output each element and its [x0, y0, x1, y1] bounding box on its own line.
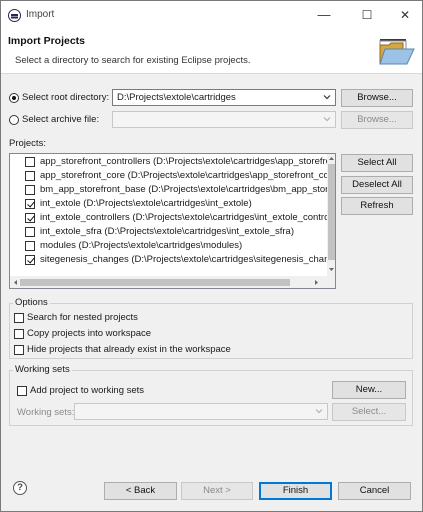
project-row[interactable]: int_extole (D:\Projects\extole\cartridge…	[10, 197, 327, 211]
cancel-button[interactable]: Cancel	[338, 482, 411, 500]
chevron-down-icon	[323, 95, 331, 100]
project-checkbox[interactable]	[25, 213, 35, 223]
project-name: app_storefront_core (D:\Projects\extole\…	[40, 170, 327, 181]
project-name: int_extole_controllers (D:\Projects\exto…	[40, 212, 327, 223]
add-to-working-sets-label: Add project to working sets	[30, 385, 145, 396]
archive-file-label: Select archive file:	[22, 114, 100, 125]
refresh-button[interactable]: Refresh	[341, 197, 413, 215]
header-banner: Import Projects Select a directory to se…	[1, 29, 422, 74]
project-checkbox[interactable]	[25, 255, 35, 265]
project-checkbox[interactable]	[25, 199, 35, 209]
project-name: int_extole (D:\Projects\extole\cartridge…	[40, 198, 252, 209]
window-title: Import	[26, 9, 55, 20]
working-sets-label: Working sets:	[17, 407, 75, 418]
options-title: Options	[13, 297, 50, 308]
finish-button[interactable]: Finish	[259, 482, 332, 500]
project-row[interactable]: app_storefront_controllers (D:\Projects\…	[10, 155, 327, 169]
horizontal-scroll-thumb[interactable]	[20, 279, 290, 286]
title-bar: Import — ☐ ✕	[1, 1, 422, 29]
root-directory-radio[interactable]	[9, 93, 19, 103]
search-nested-checkbox[interactable]	[14, 313, 24, 323]
search-nested-label: Search for nested projects	[27, 312, 138, 323]
select-working-set-button[interactable]: Select...	[332, 403, 406, 421]
browse-archive-button[interactable]: Browse...	[341, 111, 413, 129]
help-icon[interactable]: ?	[13, 481, 27, 495]
back-button[interactable]: < Back	[104, 482, 177, 500]
project-name: sitegenesis_changes (D:\Projects\extole\…	[40, 254, 327, 265]
projects-label: Projects:	[9, 138, 46, 149]
project-checkbox[interactable]	[25, 241, 35, 251]
chevron-down-icon	[315, 409, 323, 414]
project-row[interactable]: modules (D:\Projects\extole\cartridges\m…	[10, 239, 327, 253]
deselect-all-button[interactable]: Deselect All	[341, 176, 413, 194]
project-name: modules (D:\Projects\extole\cartridges\m…	[40, 240, 243, 251]
vertical-scroll-thumb[interactable]	[328, 164, 335, 260]
working-sets-title: Working sets	[13, 364, 72, 375]
working-sets-combo[interactable]	[74, 403, 328, 420]
close-button[interactable]: ✕	[391, 3, 419, 27]
project-name: int_extole_sfra (D:\Projects\extole\cart…	[40, 226, 294, 237]
root-directory-value: D:\Projects\extole\cartridges	[117, 92, 236, 103]
scroll-down-icon[interactable]	[328, 266, 335, 273]
scroll-left-icon[interactable]	[12, 279, 19, 286]
project-checkbox[interactable]	[25, 157, 35, 167]
add-to-working-sets-checkbox[interactable]	[17, 386, 27, 396]
open-folder-icon	[379, 39, 415, 65]
project-checkbox[interactable]	[25, 185, 35, 195]
hide-existing-checkbox[interactable]	[14, 345, 24, 355]
copy-projects-label: Copy projects into workspace	[27, 328, 152, 339]
project-row[interactable]: int_extole_sfra (D:\Projects\extole\cart…	[10, 225, 327, 239]
next-button[interactable]: Next >	[181, 482, 253, 500]
select-all-button[interactable]: Select All	[341, 154, 413, 172]
root-directory-label: Select root directory:	[22, 92, 110, 103]
root-directory-combo[interactable]: D:\Projects\extole\cartridges	[112, 89, 336, 106]
copy-projects-checkbox[interactable]	[14, 329, 24, 339]
project-name: app_storefront_controllers (D:\Projects\…	[40, 156, 327, 167]
scroll-up-icon[interactable]	[328, 155, 335, 162]
maximize-button[interactable]: ☐	[353, 3, 381, 27]
page-description: Select a directory to search for existin…	[15, 55, 251, 66]
minimize-button[interactable]: —	[310, 3, 338, 27]
hide-existing-label: Hide projects that already exist in the …	[27, 344, 231, 355]
horizontal-scrollbar[interactable]	[10, 276, 335, 288]
vertical-scrollbar[interactable]	[327, 154, 335, 276]
page-title: Import Projects	[8, 35, 86, 47]
project-row[interactable]: bm_app_storefront_base (D:\Projects\exto…	[10, 183, 327, 197]
project-name: bm_app_storefront_base (D:\Projects\exto…	[40, 184, 327, 195]
scroll-right-icon[interactable]	[313, 279, 320, 286]
archive-file-radio[interactable]	[9, 115, 19, 125]
eclipse-icon	[8, 9, 21, 22]
new-working-set-button[interactable]: New...	[332, 381, 406, 399]
chevron-down-icon	[323, 117, 331, 122]
project-checkbox[interactable]	[25, 171, 35, 181]
project-row[interactable]: int_extole_controllers (D:\Projects\exto…	[10, 211, 327, 225]
import-dialog: Import — ☐ ✕ Import Projects Select a di…	[0, 0, 423, 512]
project-checkbox[interactable]	[25, 227, 35, 237]
projects-list[interactable]: app_storefront_controllers (D:\Projects\…	[9, 153, 336, 289]
archive-file-combo[interactable]	[112, 111, 336, 128]
project-row[interactable]: app_storefront_core (D:\Projects\extole\…	[10, 169, 327, 183]
browse-directory-button[interactable]: Browse...	[341, 89, 413, 107]
project-row[interactable]: sitegenesis_changes (D:\Projects\extole\…	[10, 253, 327, 267]
